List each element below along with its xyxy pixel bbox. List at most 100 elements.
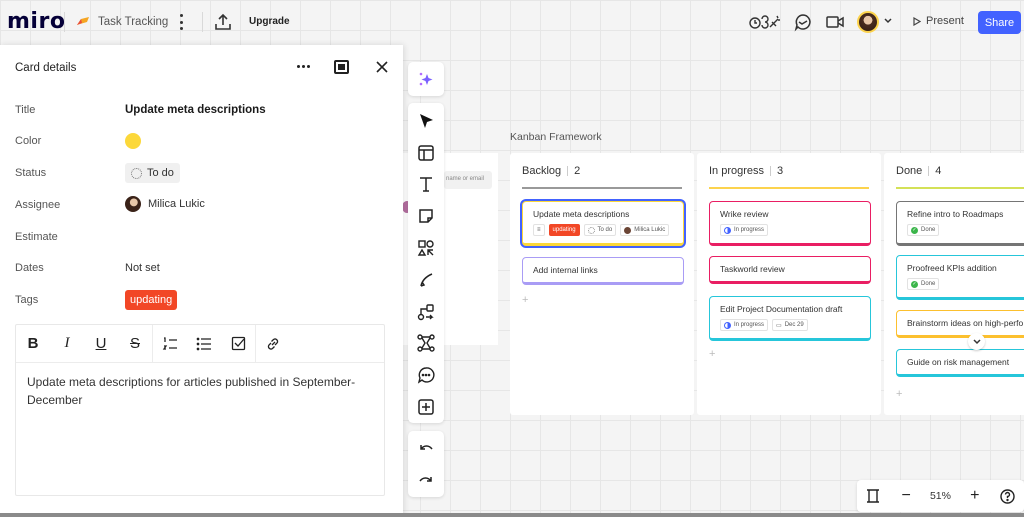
share-button[interactable]: Share	[978, 11, 1021, 34]
status-chip: ✓ Done	[907, 278, 940, 290]
present-label: Present	[926, 15, 964, 27]
ai-assist-button[interactable]	[408, 63, 444, 95]
card-title: Taskworld review	[720, 264, 785, 274]
strikethrough-icon[interactable]: S	[118, 325, 152, 363]
reactions-icon[interactable]	[748, 12, 782, 32]
description-editor: B I U S Update meta descriptions for art…	[15, 324, 385, 496]
kanban-column-in-progress: In progress 3 Wrike review In progress Ta…	[697, 153, 881, 415]
field-label: Color	[15, 135, 42, 147]
kanban-card[interactable]: Proofreed KPIs addition ✓ Done	[896, 255, 1024, 300]
kanban-card[interactable]: Update meta descriptions ≡ updating To d…	[522, 201, 684, 246]
status-dropdown[interactable]: To do	[125, 163, 180, 183]
expand-card-button[interactable]	[968, 333, 985, 350]
underline-icon[interactable]: U	[84, 325, 118, 363]
add-card-button[interactable]: +	[709, 348, 715, 360]
checklist-icon[interactable]	[221, 325, 255, 363]
user-avatar[interactable]	[857, 11, 879, 33]
card-title: Edit Project Documentation draft	[720, 304, 843, 314]
column-header[interactable]: Backlog 2	[522, 165, 580, 177]
assignee-picker[interactable]: Milica Lukic	[125, 196, 205, 212]
field-dates: Dates Not set	[15, 259, 395, 279]
miro-logo[interactable]: miro	[7, 9, 65, 34]
todo-icon	[131, 167, 142, 179]
kanban-card[interactable]: Wrike review In progress	[709, 201, 871, 246]
window-bottom-edge	[0, 513, 1024, 517]
calendar-icon: ▭	[776, 322, 782, 329]
panel-title: Card details	[15, 62, 77, 74]
more-tools-button[interactable]	[408, 391, 444, 423]
invite-input[interactable]: name or email	[444, 171, 492, 189]
history-toolbar	[408, 431, 444, 497]
field-title: Title Update meta descriptions	[15, 101, 395, 121]
zoom-in-button[interactable]: +	[958, 480, 991, 512]
upgrade-button[interactable]: Upgrade	[249, 16, 290, 27]
help-button[interactable]	[991, 480, 1024, 512]
italic-icon[interactable]: I	[50, 325, 84, 363]
column-header[interactable]: In progress 3	[709, 165, 783, 177]
kanban-column-done: Done 4 Refine intro to Roadmaps ✓ Done Pro…	[884, 153, 1024, 415]
text-icon	[420, 177, 432, 193]
export-icon[interactable]	[214, 13, 232, 31]
board-title[interactable]: Task Tracking	[98, 16, 168, 28]
board-emoji-icon	[77, 17, 89, 25]
play-icon	[913, 16, 921, 26]
card-title: Proofreed KPIs addition	[907, 263, 997, 273]
present-button[interactable]: Present	[913, 15, 964, 27]
bold-icon[interactable]: B	[16, 325, 50, 363]
numbered-list-icon[interactable]	[153, 325, 187, 363]
templates-tool[interactable]	[408, 137, 444, 169]
bullet-list-icon[interactable]	[187, 325, 221, 363]
close-icon[interactable]	[374, 59, 390, 75]
connector-tool[interactable]	[408, 296, 444, 328]
kanban-card[interactable]: Refine intro to Roadmaps ✓ Done	[896, 201, 1024, 246]
redo-button[interactable]	[408, 464, 444, 496]
pen-tool[interactable]	[408, 264, 444, 296]
status-label: In progress	[734, 227, 765, 233]
field-label: Dates	[15, 262, 44, 274]
fit-to-screen-button[interactable]	[857, 480, 890, 512]
comment-tool[interactable]	[408, 359, 444, 391]
text-tool[interactable]	[408, 169, 444, 201]
field-status: Status To do	[15, 163, 395, 184]
title-value[interactable]: Update meta descriptions	[125, 104, 266, 116]
column-header[interactable]: Done 4	[896, 165, 941, 177]
kanban-card[interactable]: Taskworld review	[709, 256, 871, 284]
more-options-button[interactable]	[297, 65, 310, 68]
creation-toolbar	[408, 103, 444, 423]
undo-button[interactable]	[408, 432, 444, 464]
color-swatch[interactable]	[125, 133, 141, 149]
tag-chip[interactable]: updating	[125, 290, 178, 310]
add-card-button[interactable]: +	[896, 388, 902, 400]
diagram-icon	[417, 303, 434, 320]
avatar	[624, 226, 632, 234]
in-progress-icon	[724, 226, 731, 234]
column-name: In progress	[709, 165, 765, 177]
zoom-level[interactable]: 51%	[923, 490, 959, 502]
comments-icon[interactable]	[793, 12, 813, 32]
status-value: To do	[147, 167, 174, 179]
expand-panel-button[interactable]	[334, 60, 349, 74]
add-card-button[interactable]: +	[522, 294, 528, 306]
frame-tool[interactable]	[408, 328, 444, 360]
description-icon: ≡	[533, 224, 545, 236]
shapes-tool[interactable]	[408, 232, 444, 264]
description-text[interactable]: Update meta descriptions for articles pu…	[16, 363, 384, 419]
status-chip: In progress	[720, 224, 769, 236]
ai-toolbar	[408, 62, 444, 96]
kanban-card[interactable]: Guide on risk management	[896, 349, 1024, 377]
sticky-note-tool[interactable]	[408, 200, 444, 232]
field-label: Tags	[15, 294, 39, 306]
chevron-down-icon[interactable]	[883, 16, 893, 26]
dates-value[interactable]: Not set	[125, 262, 160, 274]
kanban-card[interactable]: Edit Project Documentation draft In prog…	[709, 296, 871, 341]
kanban-card[interactable]: Brainstorm ideas on high-perfo	[896, 310, 1024, 338]
video-icon[interactable]	[825, 12, 845, 32]
zoom-out-button[interactable]: −	[890, 480, 923, 512]
column-count: 3	[777, 165, 784, 177]
link-icon[interactable]	[256, 325, 290, 363]
select-tool[interactable]	[408, 105, 444, 137]
kanban-card[interactable]: Add internal links	[522, 257, 684, 285]
fit-icon	[867, 489, 880, 503]
plus-square-icon	[418, 399, 434, 415]
board-menu-button[interactable]	[176, 12, 186, 32]
